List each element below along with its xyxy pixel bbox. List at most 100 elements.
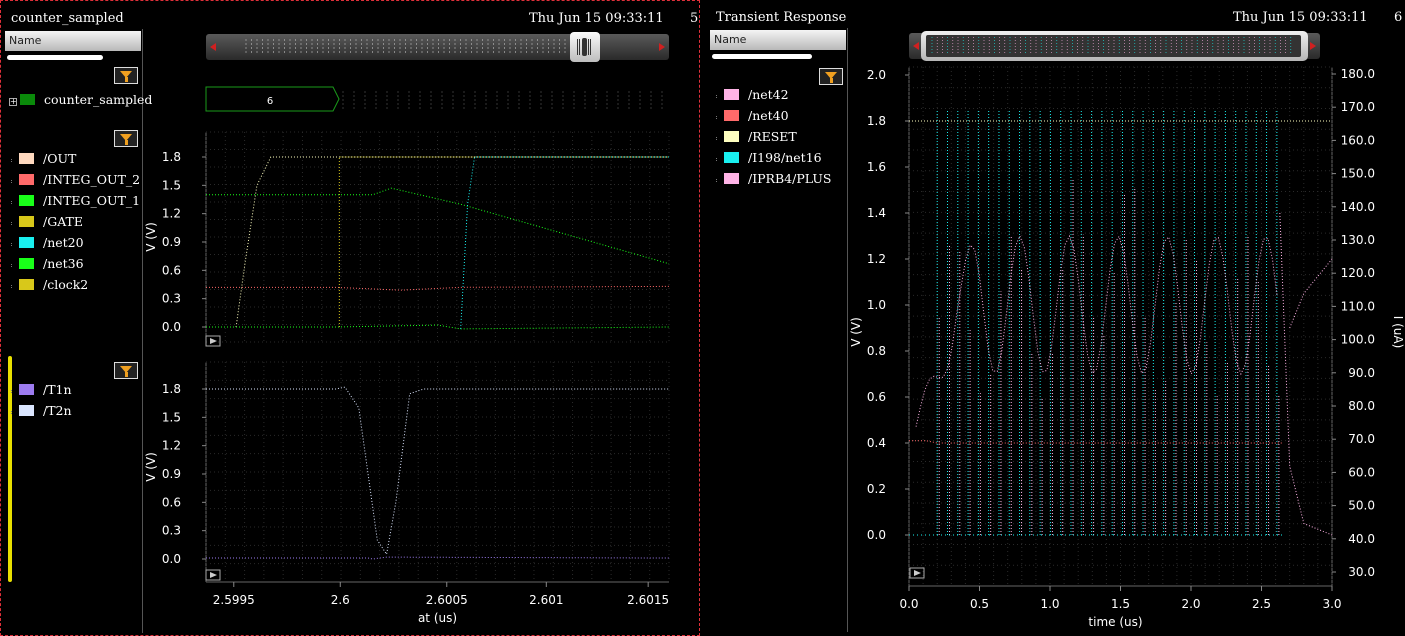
x-tick-label: 1.5 [1111,597,1130,611]
trace-net20 [460,156,669,329]
timestamp: Thu Jun 15 09:33:11 [1233,10,1368,25]
x-tick-label: 2.6015 [627,593,669,607]
expand-icon[interactable]: + [9,98,17,106]
y-tick-label: 0.2 [867,482,886,496]
name-column-header[interactable]: Name [710,30,846,50]
play-icon-glyph [914,570,921,576]
tree-line [11,180,14,183]
signal-label: /IPRB4/PLUS [748,171,832,186]
y-axis-label: V (V) [144,222,158,252]
timestamp: Thu Jun 15 09:33:11 [529,11,664,26]
y-tick-label: 0.6 [162,495,181,509]
x-tick-label: 2.5 [1252,597,1271,611]
signal-item[interactable]: /INTEG_OUT_2 [11,172,141,192]
y2-tick-label: 150.0 [1341,167,1375,181]
tree-line [11,264,14,267]
tree-line [11,411,14,414]
name-column-header[interactable]: Name [5,31,141,51]
right-plot-area[interactable]: 2.0 1.8 1.6 1.4 1.2 1.0 0.8 0.6 0.4 0.2 0.0 V (V) 18… [846,62,1405,632]
y2-tick-label: 110.0 [1341,299,1375,313]
filter-icon[interactable] [114,67,138,84]
y-tick-label: 1.8 [867,114,886,128]
y-tick-label: 1.8 [162,382,181,396]
signal-item[interactable]: /I198/net16 [716,150,822,170]
signal-item[interactable]: /RESET [716,129,797,149]
signal-color-swatch [19,384,34,395]
left-plot-area[interactable]: 6 1.8 1.5 1.2 0.9 0.6 0.3 0.0 V (V) 1.8 1.5 1.2 0.9 0… [143,77,683,636]
y-tick-label: 1.5 [162,410,181,424]
signal-color-swatch [19,258,34,269]
signal-color-swatch [724,131,739,142]
group-counter-sampled[interactable]: + counter_sampled [9,92,152,112]
y2-tick-label: 180.0 [1341,67,1375,81]
signal-item[interactable]: /T2n [11,403,72,423]
y2-tick-label: 30.0 [1348,565,1375,579]
horizontal-scrollbar[interactable] [206,32,669,62]
page-number: 5 [690,11,699,26]
signal-color-swatch [19,237,34,248]
signal-item[interactable]: /net36 [11,256,84,276]
signal-label: /GATE [43,214,84,229]
signal-browser: Name /net42/net40/RESET/I198/net16/IPRB4… [706,28,848,632]
signal-color-swatch [19,174,34,185]
signal-color-swatch [724,152,739,163]
tree-line [11,222,14,225]
x-tick-label: 0.0 [899,597,918,611]
y2-tick-label: 70.0 [1348,432,1375,446]
signal-color-swatch [19,279,34,290]
y-axis-label: V (V) [144,452,158,482]
y2-tick-label: 90.0 [1348,366,1375,380]
scroll-thumb[interactable] [921,31,1308,61]
signal-color-swatch [724,173,739,184]
signal-item[interactable]: /T1n [11,382,72,402]
y-tick-label: 0.4 [867,436,886,450]
y-tick-label: 1.2 [867,252,886,266]
left-waveform-window: counter_sampled Thu Jun 15 09:33:11 5 Na… [0,0,700,636]
name-filter-bar[interactable] [712,54,812,59]
x-tick-label: 3.0 [1322,597,1341,611]
y2-tick-label: 50.0 [1348,499,1375,513]
filter-icon[interactable] [114,130,138,147]
tree-line [11,201,14,204]
window-title: counter_sampled [11,11,124,26]
signal-label: /T1n [43,382,72,397]
signal-item[interactable]: /OUT [11,151,76,171]
signal-browser: Name + counter_sampled /OUT/INTEG_OUT_2/I… [1,29,152,633]
y-tick-label: 0.6 [867,390,886,404]
y-tick-label: 1.8 [162,150,181,164]
y-tick-label: 1.5 [162,178,181,192]
horizontal-scrollbar[interactable] [909,31,1320,61]
signal-label: /net40 [748,108,789,123]
trace-OUT [206,156,669,328]
y-tick-label: 1.4 [867,206,886,220]
y-tick-label: 0.9 [162,467,181,481]
trace-INTEG2 [206,285,670,291]
y-tick-label: 0.0 [867,528,886,542]
signal-item[interactable]: /clock2 [11,277,88,297]
signal-item[interactable]: /net20 [11,235,84,255]
x-tick-label: 2.0 [1181,597,1200,611]
signal-item[interactable]: /IPRB4/PLUS [716,171,832,191]
tree-line [11,243,14,246]
x-tick-label: 2.5995 [213,593,255,607]
y-tick-label: 1.0 [867,298,886,312]
signal-item[interactable]: /GATE [11,214,84,234]
signal-item[interactable]: /net42 [716,87,789,107]
name-filter-bar[interactable] [7,55,103,60]
signal-label: /net36 [43,256,84,271]
y2-tick-label: 140.0 [1341,200,1375,214]
y2-tick-label: 170.0 [1341,100,1375,114]
page-number: 6 [1394,10,1403,25]
signal-item[interactable]: /INTEG_OUT_1 [11,193,141,213]
play-icon-glyph [210,572,217,578]
signal-item[interactable]: /net40 [716,108,789,128]
filter-icon[interactable] [114,362,138,379]
filter-icon[interactable] [819,68,843,85]
signal-label: /net20 [43,235,84,250]
scroll-thumb[interactable] [570,32,600,62]
signal-label: /INTEG_OUT_2 [43,172,141,187]
y2-tick-label: 130.0 [1341,233,1375,247]
signal-label: /INTEG_OUT_1 [43,193,141,208]
signal-color-swatch [724,110,739,121]
y-tick-label: 1.2 [162,207,181,221]
